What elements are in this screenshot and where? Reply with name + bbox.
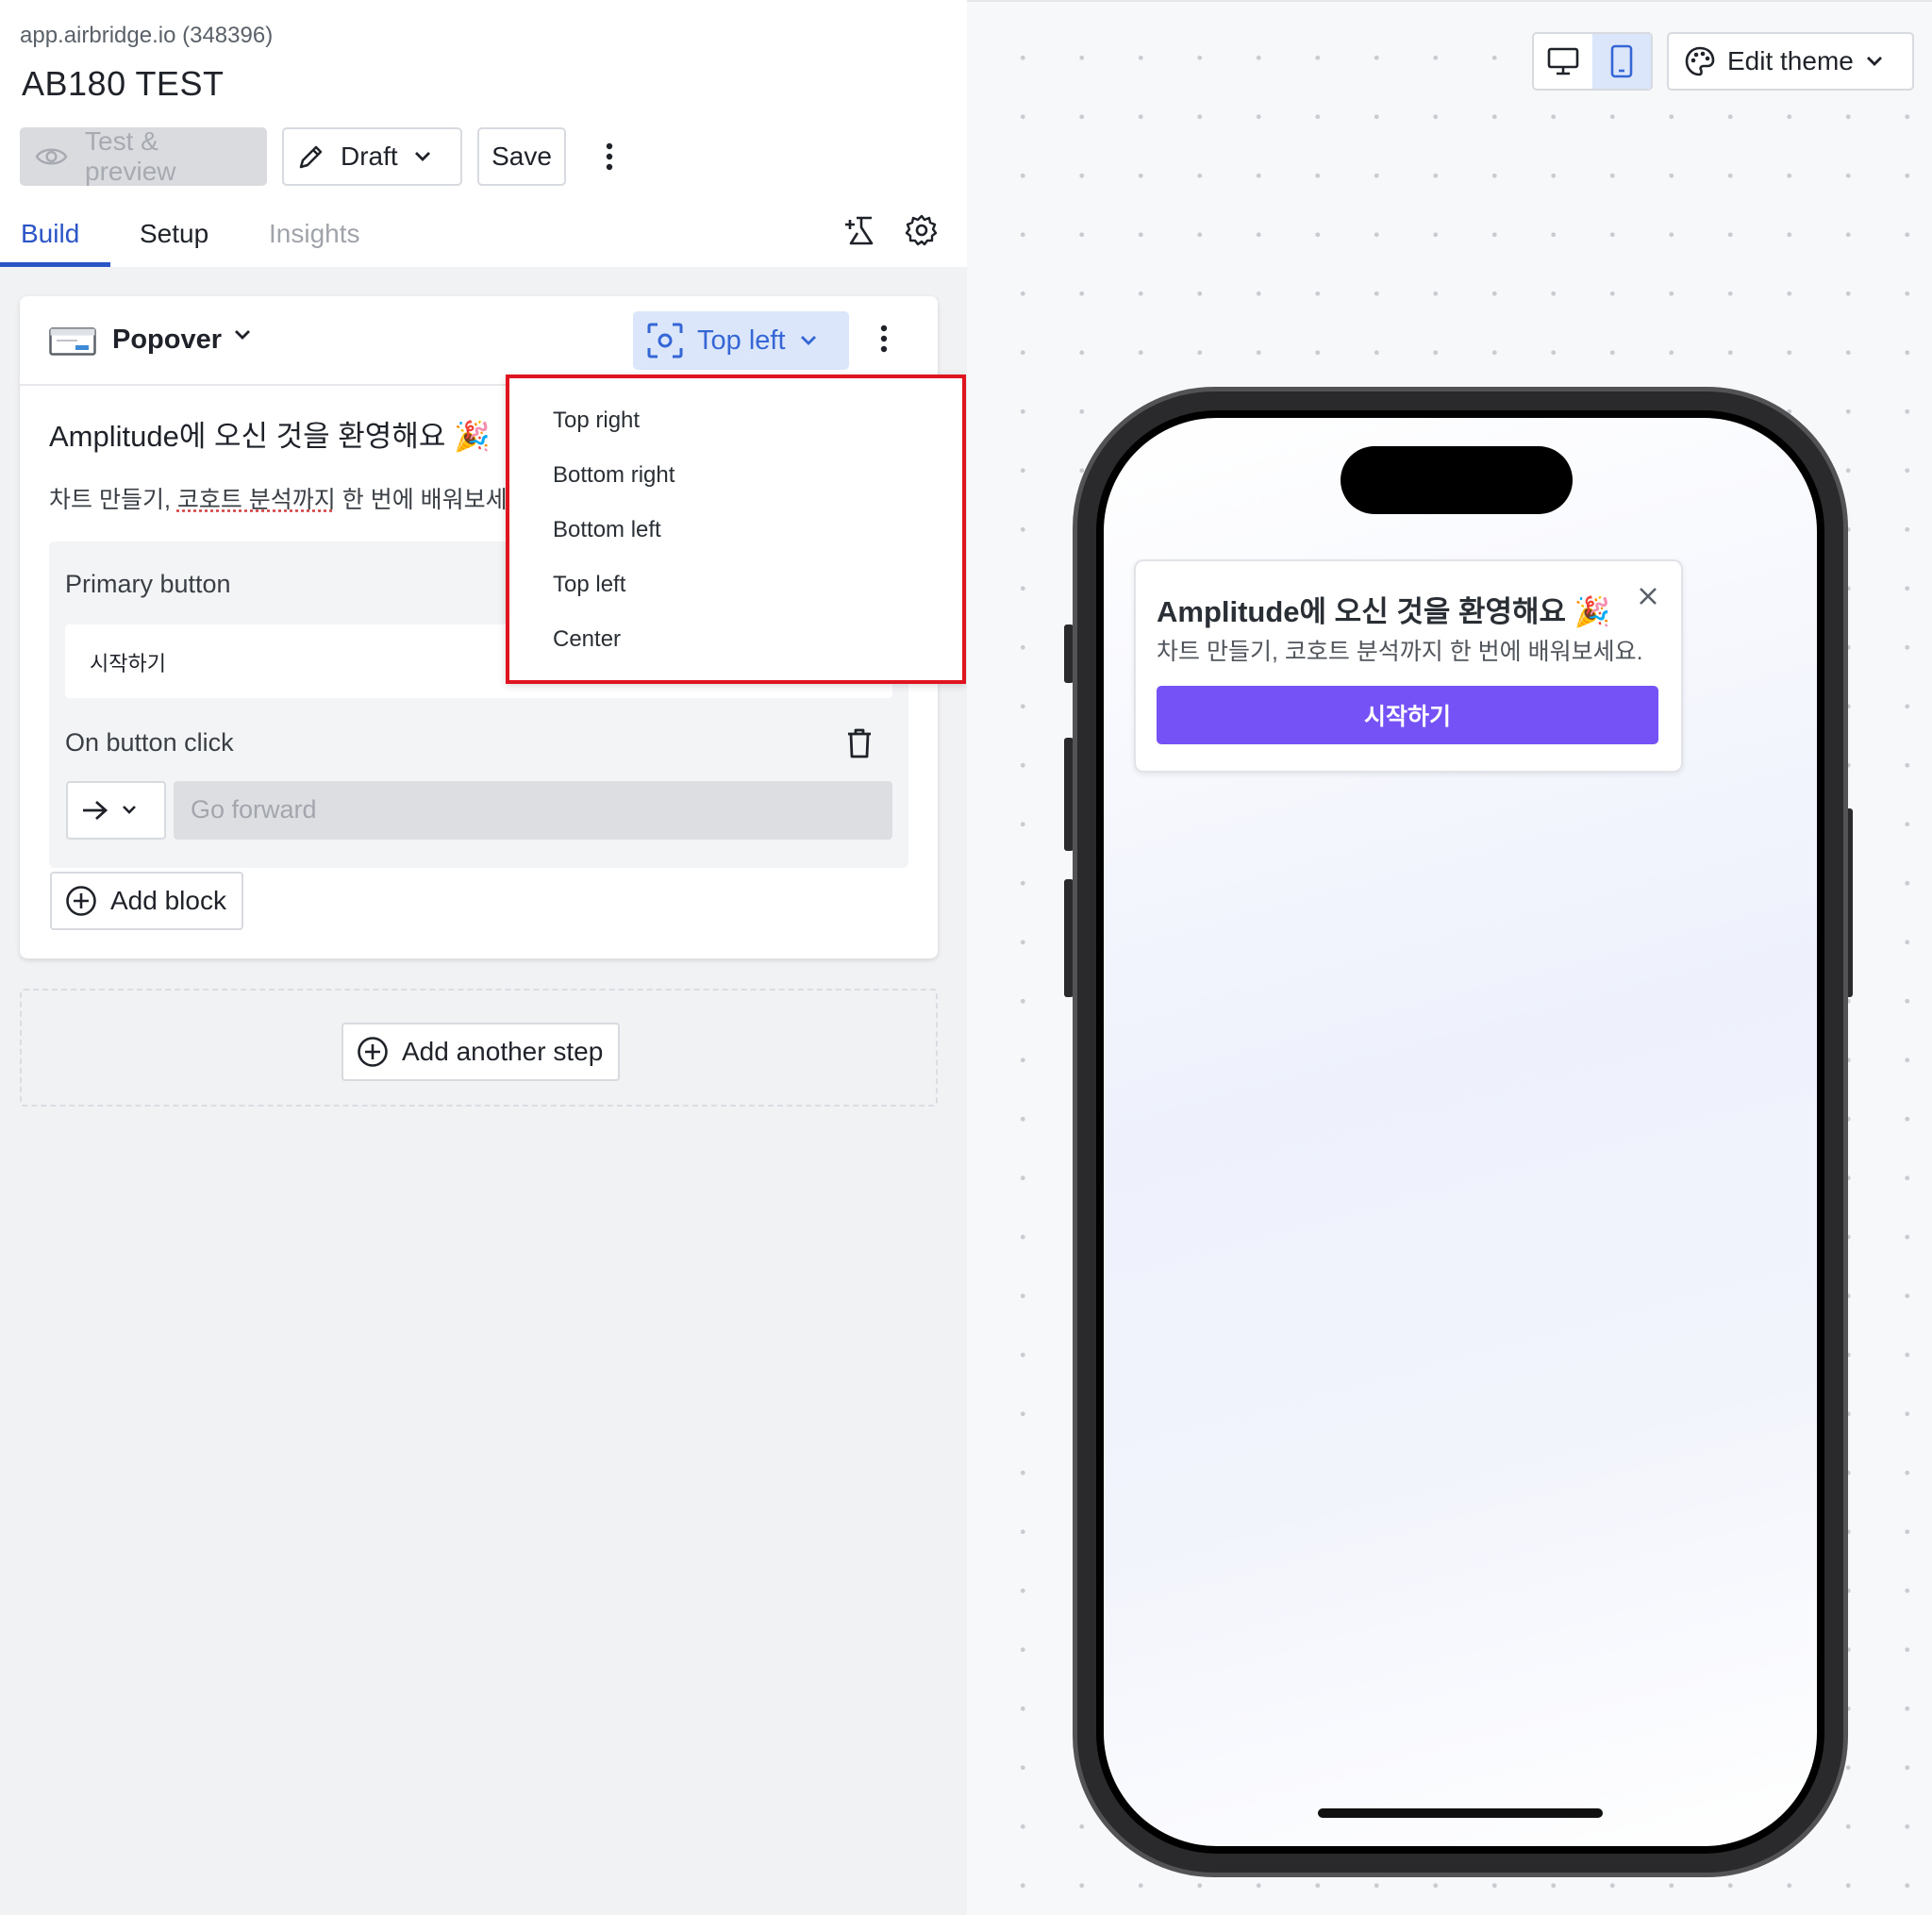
phone-screen: Amplitude에 오신 것을 환영해요 🎉 차트 만들기, 코호트 분석까지…	[1104, 418, 1817, 1846]
mobile-preview-button[interactable]	[1592, 34, 1651, 89]
popover-preview: Amplitude에 오신 것을 환영해요 🎉 차트 만들기, 코호트 분석까지…	[1134, 559, 1683, 773]
page-title: AB180 TEST	[22, 64, 225, 103]
action-type-select[interactable]	[66, 781, 166, 840]
position-label: Top left	[697, 325, 786, 356]
save-label: Save	[491, 142, 552, 171]
message-body-field[interactable]: 차트 만들기, 코호트 분석까지 한 번에 배워보세요.	[49, 481, 530, 515]
home-indicator	[1318, 1808, 1603, 1818]
phone-frame: Amplitude에 오신 것을 환영해요 🎉 차트 만들기, 코호트 분석까지…	[1073, 387, 1848, 1877]
chevron-down-icon	[800, 336, 816, 345]
active-tab-indicator	[0, 262, 110, 267]
kebab-icon	[606, 142, 613, 171]
message-body-text-suffix: 한 번에 배워보세요.	[335, 487, 530, 513]
editor-panel: app.airbridge.io (348396) AB180 TEST Tes…	[0, 0, 967, 1915]
chevron-down-icon	[123, 806, 136, 814]
desktop-preview-button[interactable]	[1534, 34, 1592, 89]
editor-tabs: Build Setup Insights	[0, 215, 967, 267]
editor-header: app.airbridge.io (348396) AB180 TEST Tes…	[0, 0, 967, 267]
tab-build[interactable]: Build	[21, 219, 79, 249]
position-dropdown-menu: Top right Bottom right Bottom left Top l…	[506, 375, 966, 684]
position-option-center[interactable]: Center	[553, 626, 621, 653]
experiment-icon[interactable]	[843, 215, 877, 252]
edit-theme-button[interactable]: Edit theme	[1667, 32, 1914, 91]
message-body-text: 차트 만들기,	[49, 487, 177, 513]
position-dropdown-button[interactable]: Top left	[633, 311, 849, 370]
draft-label: Draft	[341, 142, 398, 171]
message-title-field[interactable]: Amplitude에 오신 것을 환영해요 🎉	[49, 412, 491, 455]
device-toggle	[1532, 32, 1653, 91]
add-block-button[interactable]: Add block	[50, 872, 243, 930]
step-more-button[interactable]	[880, 325, 888, 358]
add-another-step-label: Add another step	[402, 1037, 604, 1066]
chevron-down-icon[interactable]	[233, 328, 252, 346]
tab-setup[interactable]: Setup	[140, 219, 208, 249]
phone-bezel: Amplitude에 오신 것을 환영해요 🎉 차트 만들기, 코호트 분석까지…	[1096, 410, 1824, 1854]
close-icon[interactable]	[1638, 586, 1658, 611]
position-option-bottom-right[interactable]: Bottom right	[553, 462, 675, 489]
smartphone-icon	[1610, 44, 1633, 78]
spellcheck-underline-text: 코호트 분석까지	[176, 487, 336, 513]
popover-preview-title: Amplitude에 오신 것을 환영해요 🎉	[1157, 595, 1611, 628]
edit-theme-label: Edit theme	[1727, 46, 1854, 75]
add-block-label: Add block	[110, 886, 226, 915]
kebab-icon	[880, 325, 888, 353]
test-preview-label: Test & preview	[85, 126, 176, 186]
popover-preview-cta-button[interactable]: 시작하기	[1157, 686, 1658, 744]
chevron-down-icon	[414, 152, 430, 161]
plus-circle-icon	[358, 1037, 388, 1067]
popover-preview-body: 차트 만들기, 코호트 분석까지 한 번에 배워보세요.	[1157, 639, 1643, 665]
app-url: app.airbridge.io (348396)	[20, 23, 274, 48]
primary-button-label: Primary button	[65, 570, 231, 598]
gear-icon[interactable]	[905, 213, 939, 252]
add-another-step-button[interactable]: Add another step	[341, 1023, 620, 1081]
action-target-input[interactable]: Go forward	[174, 781, 892, 840]
focus-target-icon	[647, 323, 683, 358]
draft-dropdown[interactable]: Draft	[282, 127, 462, 186]
add-step-zone: Add another step	[20, 989, 938, 1107]
position-option-bottom-left[interactable]: Bottom left	[553, 517, 661, 543]
arrow-right-icon	[83, 800, 108, 821]
more-options-button[interactable]	[589, 127, 630, 186]
popover-type-icon	[49, 327, 96, 360]
plus-circle-icon	[66, 886, 96, 916]
trash-icon[interactable]	[846, 728, 873, 763]
eye-icon	[35, 148, 68, 165]
step-type-label[interactable]: Popover	[112, 325, 222, 356]
toolbar: Test & preview Draft Save	[20, 126, 630, 186]
pencil-icon	[299, 145, 323, 169]
preview-canvas: Edit theme Amplitude에 오신 것을 환영해요 🎉 차트 만들…	[967, 0, 1932, 1915]
tab-insights[interactable]: Insights	[269, 219, 360, 249]
test-preview-button[interactable]: Test & preview	[20, 126, 267, 186]
palette-icon	[1685, 46, 1715, 76]
save-button[interactable]: Save	[477, 127, 566, 186]
monitor-icon	[1547, 47, 1579, 75]
position-option-top-right[interactable]: Top right	[553, 408, 640, 434]
step-card-header: Popover Top left	[20, 296, 938, 386]
on-button-click-label: On button click	[65, 728, 234, 757]
dynamic-island	[1341, 446, 1573, 514]
chevron-down-icon	[1866, 57, 1882, 66]
position-option-top-left[interactable]: Top left	[553, 572, 625, 598]
